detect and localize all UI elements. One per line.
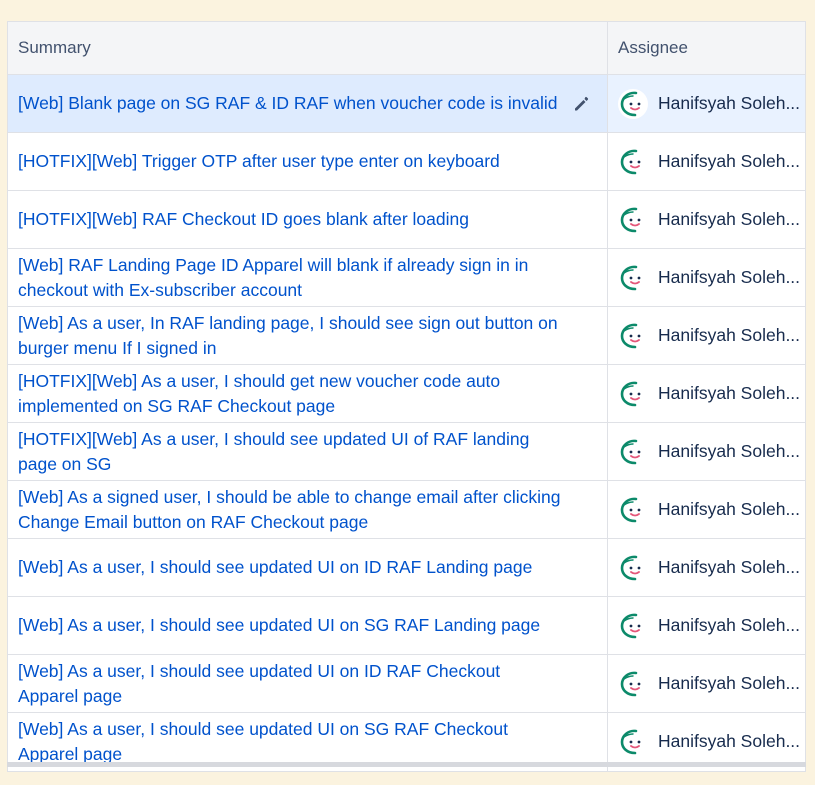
assignee: Hanifsyah Soleh... bbox=[618, 610, 800, 641]
assignee-name: Hanifsyah Soleh... bbox=[658, 209, 801, 229]
issue-summary-link[interactable]: [Web] As a user, I should see updated UI… bbox=[18, 659, 563, 709]
summary-cell: [Web] As a user, I should see updated UI… bbox=[8, 538, 608, 597]
issue-summary-link[interactable]: [HOTFIX][Web] Trigger OTP after user typ… bbox=[18, 149, 563, 174]
assignee-name: Hanifsyah Soleh... bbox=[658, 383, 801, 403]
assignee: Hanifsyah Soleh... bbox=[618, 262, 800, 293]
issue-summary-link[interactable]: [Web] As a user, I should see updated UI… bbox=[18, 613, 563, 638]
summary-cell: [HOTFIX][Web] As a user, I should get ne… bbox=[8, 364, 608, 423]
assignee: Hanifsyah Soleh... bbox=[618, 88, 800, 119]
assignee-cell[interactable]: Hanifsyah Soleh... bbox=[607, 132, 805, 191]
assignee-cell[interactable]: Hanifsyah Soleh... bbox=[607, 248, 805, 307]
assignee-name: Hanifsyah Soleh... bbox=[658, 615, 801, 635]
issue-summary-link[interactable]: [HOTFIX][Web] As a user, I should get ne… bbox=[18, 369, 563, 419]
assignee: Hanifsyah Soleh... bbox=[618, 378, 800, 409]
assignee: Hanifsyah Soleh... bbox=[618, 436, 800, 467]
assignee: Hanifsyah Soleh... bbox=[618, 146, 800, 177]
assignee-name: Hanifsyah Soleh... bbox=[658, 731, 801, 752]
assignee: Hanifsyah Soleh... bbox=[618, 204, 800, 235]
avatar bbox=[618, 320, 648, 351]
assignee-cell[interactable]: Hanifsyah Soleh... bbox=[607, 190, 805, 249]
summary-cell: [Web] RAF Landing Page ID Apparel will b… bbox=[8, 248, 608, 307]
table-row[interactable]: [Web] As a signed user, I should be able… bbox=[8, 480, 805, 539]
assignee-name: Hanifsyah Soleh... bbox=[658, 673, 801, 693]
issue-summary-link[interactable]: [HOTFIX][Web] As a user, I should see up… bbox=[18, 427, 563, 477]
assignee-name: Hanifsyah Soleh... bbox=[658, 267, 801, 287]
assignee-name: Hanifsyah Soleh... bbox=[658, 557, 801, 577]
assignee-cell[interactable]: Hanifsyah Soleh... bbox=[607, 654, 805, 713]
table-row[interactable]: [Web] As a user, I should see updated UI… bbox=[8, 538, 805, 597]
assignee-name: Hanifsyah Soleh... bbox=[658, 499, 801, 519]
summary-cell: [HOTFIX][Web] Trigger OTP after user typ… bbox=[8, 132, 608, 191]
assignee-cell[interactable]: Hanifsyah Soleh... bbox=[607, 306, 805, 365]
table-row[interactable]: [Web] As a user, I should see updated UI… bbox=[8, 654, 805, 713]
avatar bbox=[618, 204, 648, 235]
assignee-cell[interactable]: Hanifsyah Soleh... bbox=[607, 538, 805, 597]
issue-summary-link[interactable]: [Web] RAF Landing Page ID Apparel will b… bbox=[18, 253, 563, 303]
column-header-assignee[interactable]: Assignee bbox=[607, 22, 805, 75]
issue-summary-link[interactable]: [HOTFIX][Web] RAF Checkout ID goes blank… bbox=[18, 207, 563, 232]
avatar bbox=[618, 668, 648, 699]
assignee-cell[interactable]: Hanifsyah Soleh... bbox=[607, 480, 805, 539]
table-row[interactable]: [Web] RAF Landing Page ID Apparel will b… bbox=[8, 248, 805, 307]
summary-cell: [Web] Blank page on SG RAF & ID RAF when… bbox=[8, 74, 608, 133]
issue-summary-link[interactable]: [Web] As a user, In RAF landing page, I … bbox=[18, 311, 563, 361]
horizontal-scrollbar[interactable] bbox=[7, 762, 806, 767]
avatar bbox=[618, 262, 648, 293]
avatar bbox=[618, 726, 648, 757]
summary-cell: [HOTFIX][Web] RAF Checkout ID goes blank… bbox=[8, 190, 608, 249]
assignee-cell[interactable]: Hanifsyah Soleh... bbox=[607, 364, 805, 423]
avatar bbox=[618, 494, 648, 525]
avatar bbox=[618, 378, 648, 409]
assignee: Hanifsyah Soleh... bbox=[618, 668, 800, 699]
issue-summary-link[interactable]: [Web] As a user, I should see updated UI… bbox=[18, 717, 563, 767]
assignee: Hanifsyah Soleh... bbox=[618, 726, 800, 757]
avatar bbox=[618, 146, 648, 177]
column-header-summary[interactable]: Summary bbox=[8, 22, 608, 75]
table-row[interactable]: [Web] As a user, I should see updated UI… bbox=[8, 596, 805, 655]
summary-cell: [Web] As a signed user, I should be able… bbox=[8, 480, 608, 539]
assignee-name: Hanifsyah Soleh... bbox=[658, 325, 801, 345]
issue-summary-link[interactable]: [Web] As a signed user, I should be able… bbox=[18, 485, 563, 535]
avatar bbox=[618, 552, 648, 583]
table-header-row: Summary Assignee bbox=[8, 22, 805, 75]
table-row[interactable]: [Web] Blank page on SG RAF & ID RAF when… bbox=[8, 74, 805, 133]
summary-cell: [HOTFIX][Web] As a user, I should see up… bbox=[8, 422, 608, 481]
table-row[interactable]: [HOTFIX][Web] As a user, I should see up… bbox=[8, 422, 805, 481]
assignee-name: Hanifsyah Soleh... bbox=[658, 441, 801, 461]
assignee-cell[interactable]: Hanifsyah Soleh... bbox=[607, 74, 805, 133]
edit-pencil-icon[interactable] bbox=[572, 95, 590, 113]
assignee: Hanifsyah Soleh... bbox=[618, 320, 800, 351]
issue-table: Summary Assignee [Web] Blank page on SG … bbox=[7, 21, 806, 772]
issue-summary-link[interactable]: [Web] Blank page on SG RAF & ID RAF when… bbox=[18, 91, 563, 116]
table-row[interactable]: [HOTFIX][Web] RAF Checkout ID goes blank… bbox=[8, 190, 805, 249]
assignee-cell[interactable]: Hanifsyah Soleh... bbox=[607, 596, 805, 655]
summary-cell: [Web] As a user, I should see updated UI… bbox=[8, 596, 608, 655]
table-row[interactable]: [HOTFIX][Web] As a user, I should get ne… bbox=[8, 364, 805, 423]
assignee-cell[interactable]: Hanifsyah Soleh... bbox=[607, 422, 805, 481]
avatar bbox=[618, 436, 648, 467]
issue-summary-link[interactable]: [Web] As a user, I should see updated UI… bbox=[18, 555, 563, 580]
assignee-name: Hanifsyah Soleh... bbox=[658, 93, 801, 113]
assignee-name: Hanifsyah Soleh... bbox=[658, 151, 801, 171]
summary-cell: [Web] As a user, In RAF landing page, I … bbox=[8, 306, 608, 365]
table-row[interactable]: [Web] As a user, In RAF landing page, I … bbox=[8, 306, 805, 365]
avatar bbox=[618, 88, 648, 119]
summary-cell: [Web] As a user, I should see updated UI… bbox=[8, 654, 608, 713]
table-row[interactable]: [HOTFIX][Web] Trigger OTP after user typ… bbox=[8, 132, 805, 191]
avatar bbox=[618, 610, 648, 641]
assignee: Hanifsyah Soleh... bbox=[618, 552, 800, 583]
assignee: Hanifsyah Soleh... bbox=[618, 494, 800, 525]
